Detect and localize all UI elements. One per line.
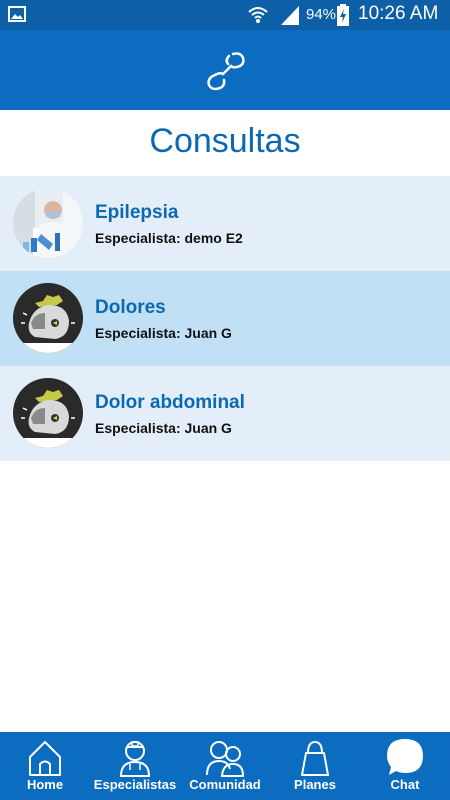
consultation-specialist: Especialista: Juan G: [95, 420, 232, 436]
page-title: Consultas: [149, 122, 301, 160]
home-icon: [29, 741, 61, 776]
consultation-specialist: Especialista: demo E2: [95, 230, 243, 246]
battery-charging-icon: [337, 4, 349, 26]
chat-icon: [387, 739, 423, 775]
status-bar: 94% 10:26 AM: [0, 0, 450, 30]
tab-label: Especialistas: [93, 777, 177, 792]
tab-planes[interactable]: Planes: [270, 732, 360, 800]
community-icon: [206, 741, 244, 777]
tab-label: Planes: [294, 777, 336, 792]
consultation-title: Dolores: [95, 297, 166, 318]
tab-especialistas[interactable]: Especialistas: [90, 732, 180, 800]
tab-label: Home: [26, 777, 64, 792]
app-header: [0, 30, 450, 110]
tab-comunidad[interactable]: Comunidad: [180, 732, 270, 800]
doctor-icon: [119, 741, 151, 777]
wifi-icon: [248, 7, 268, 23]
tab-label: Chat: [390, 777, 420, 792]
tab-chat[interactable]: Chat: [360, 732, 450, 800]
signal-icon: [281, 6, 299, 25]
avatar: [13, 283, 83, 353]
consultation-list: Epilepsia Especialista: demo E2 Dolores …: [0, 176, 450, 461]
tab-label: Comunidad: [189, 777, 261, 792]
bag-icon: [301, 740, 329, 776]
avatar: [13, 378, 83, 448]
list-item-consultation[interactable]: Dolor abdominal Especialista: Juan G: [0, 366, 450, 461]
consultation-title: Dolor abdominal: [95, 392, 245, 413]
bottom-tab-bar: Home Especialistas Comunidad Planes Chat: [0, 732, 450, 800]
gallery-notification-icon: [8, 6, 26, 22]
avatar: [13, 188, 83, 258]
battery-percent: 94%: [306, 6, 337, 23]
consultation-specialist: Especialista: Juan G: [95, 325, 232, 341]
list-item-consultation[interactable]: Dolores Especialista: Juan G: [0, 271, 450, 366]
app-logo-icon[interactable]: [203, 50, 249, 92]
tab-home[interactable]: Home: [0, 732, 90, 800]
consultation-title: Epilepsia: [95, 202, 179, 223]
clock: 10:26 AM: [358, 3, 439, 24]
list-item-consultation[interactable]: Epilepsia Especialista: demo E2: [0, 176, 450, 271]
